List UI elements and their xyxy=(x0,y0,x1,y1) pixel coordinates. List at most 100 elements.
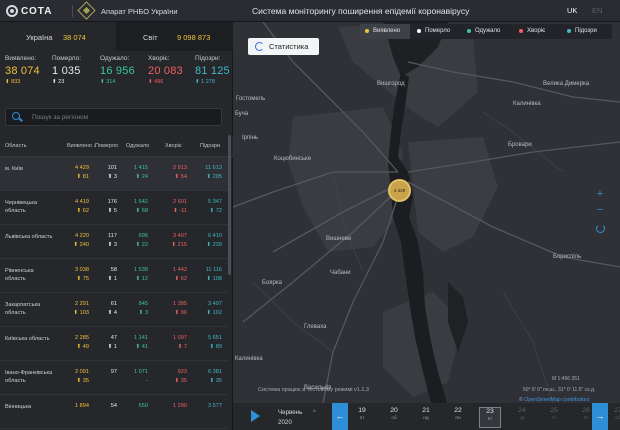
col-suspected[interactable]: Підозри xyxy=(200,143,220,149)
cell-rec-delta: ⬆ 24 xyxy=(126,174,148,180)
delta-value: 108 xyxy=(212,276,222,282)
timeline-prev-button[interactable]: ← xyxy=(332,403,348,430)
timeline-day[interactable]: 25 чт xyxy=(543,407,565,428)
timeline-day[interactable]: 27 сб xyxy=(607,407,620,428)
zoom-in-button[interactable]: + xyxy=(593,187,607,201)
filter-recovered[interactable]: Одужало xyxy=(462,24,512,39)
cell-rec-delta: ⬆ 3 xyxy=(126,310,148,316)
cota-logo[interactable]: СОТА xyxy=(6,5,52,17)
delta-value: 5 xyxy=(113,208,117,214)
timeline-month[interactable]: Червень xyxy=(278,409,302,416)
col-dead[interactable]: Померло xyxy=(95,143,118,149)
table-row[interactable]: Київська область 2 285 ⬆ 49 47 ⬆ 1 1 141 ⬆ 41 1… xyxy=(0,327,228,361)
cell-ill: 1 442 xyxy=(173,267,187,273)
timeline-day[interactable]: 21 нд xyxy=(415,407,437,428)
cell-dead: 101 xyxy=(107,165,117,171)
up-arrow-icon: ⬆ xyxy=(5,79,10,85)
cell-sick: 3 038 xyxy=(75,267,89,273)
table-row[interactable]: м. Київ 4 429 ⬆ 81 101 ⬆ 3 1 415 ⬆ 24 2 913 ⬆ 54… xyxy=(0,157,228,191)
cell-sus-delta: ⬆ 108 xyxy=(200,276,222,282)
stat-delta-value: 314 xyxy=(106,79,116,85)
filter-dot-icon xyxy=(567,29,571,33)
day-number: 24 xyxy=(518,407,526,414)
timeline-day[interactable]: 22 пн xyxy=(447,407,469,428)
day-number: 21 xyxy=(422,407,430,414)
col-recovered[interactable]: Одужало xyxy=(126,143,149,149)
stat-detected: Виявлено: 38 074 ⬆ 833 xyxy=(5,55,40,85)
delta-value: 72 xyxy=(215,208,222,214)
cell-ill-delta: ⬆ 35 xyxy=(165,378,187,384)
stat-delta: ⬆ 496 xyxy=(148,79,183,85)
table-row[interactable]: Вінницька 1 894 54 550 1 290 3 577 xyxy=(0,395,228,429)
cell-sus: 3 497 xyxy=(208,301,222,307)
delta-value: 35 xyxy=(82,378,89,384)
timeline-day[interactable]: 24 ср xyxy=(511,407,533,428)
statistics-button[interactable]: Статистика xyxy=(248,38,319,55)
cell-sus-delta: ⬆ 205 xyxy=(200,174,222,180)
cota-logo-icon xyxy=(6,5,18,17)
filter-ill[interactable]: Хворіє xyxy=(514,24,560,39)
timeline-day[interactable]: 19 пт xyxy=(351,407,373,428)
day-number: 20 xyxy=(390,407,398,414)
zoom-out-button[interactable]: − xyxy=(593,203,607,217)
col-region[interactable]: Область xyxy=(5,143,27,149)
place-label: Вишгород xyxy=(377,81,405,87)
region-name: Рівненська область xyxy=(5,268,34,282)
table-row[interactable]: Чернівецька область 4 419 ⬆ 62 176 ⬆ 5 1 642 ⬆… xyxy=(0,191,228,225)
filter-suspected[interactable]: Підозри xyxy=(562,24,612,39)
filter-detected[interactable]: Виявлено xyxy=(360,24,410,39)
filter-label: Одужало xyxy=(475,28,501,34)
reset-view-button[interactable] xyxy=(593,222,607,236)
cell-rec: 1 141 xyxy=(134,335,148,341)
cell-ill: 2 913 xyxy=(173,165,187,171)
play-icon[interactable] xyxy=(251,410,260,422)
up-arrow-icon: ⬆ xyxy=(100,79,105,85)
day-number: 27 xyxy=(614,407,620,414)
cell-ill: 3 407 xyxy=(173,233,187,239)
cell-ill: 1 097 xyxy=(173,335,187,341)
totals-tabs: Україна 38 074 Світ 9 098 873 xyxy=(0,22,233,51)
cell-ill-delta: ⬆ 7 xyxy=(165,344,187,350)
region-name: Львівська область xyxy=(5,234,53,240)
col-ill[interactable]: Хворіє xyxy=(165,143,182,149)
table-row[interactable]: Івано-Франківська область 2 091 ⬆ 35 97 1 07… xyxy=(0,361,228,395)
place-label: Бориспіль xyxy=(553,254,582,260)
kyiv-cases-marker[interactable]: 4 429 xyxy=(388,179,411,202)
timeline-next-button[interactable]: → xyxy=(592,403,608,430)
table-row[interactable]: Закарпатська область 2 291 ⬆ 103 61 ⬆ 4 845 ⬆ … xyxy=(0,293,228,327)
day-number: 22 xyxy=(454,407,462,414)
day-of-week: сб xyxy=(615,416,620,421)
table-row[interactable]: Львівська область 4 220 ⬆ 240 117 ⬆ 3 696 ⬆ 22… xyxy=(0,225,228,259)
day-of-week: пт xyxy=(359,416,365,421)
delta-value: 22 xyxy=(141,242,148,248)
day-number: 25 xyxy=(550,407,558,414)
day-of-week: нд xyxy=(423,416,429,421)
lang-uk-button[interactable]: UK xyxy=(567,6,577,15)
cell-dead: 47 xyxy=(110,335,117,341)
timeline-day[interactable]: 20 сб xyxy=(383,407,405,428)
delta-value: - xyxy=(146,378,148,384)
cell-sick-delta: ⬆ 35 xyxy=(67,378,89,384)
lang-en-button[interactable]: EN xyxy=(592,6,602,15)
cell-ill-delta: ⬆ 215 xyxy=(165,242,187,248)
filter-dead[interactable]: Померло xyxy=(412,24,460,39)
map-area[interactable]: Статистика Виявлено Померло Одужало Хвор… xyxy=(233,22,620,430)
tab-world[interactable]: Світ 9 098 873 xyxy=(116,22,233,51)
timeline-day[interactable]: 23 вт xyxy=(479,407,501,428)
rnbo-emblem-icon xyxy=(77,1,96,20)
day-number: 19 xyxy=(358,407,366,414)
table-row[interactable]: Рівненська область 3 038 ⬆ 75 58 ⬆ 1 1 538 ⬆ 1… xyxy=(0,259,228,293)
cell-ill: 1 290 xyxy=(173,403,187,409)
cell-sus-delta: ⬆ 89 xyxy=(200,344,222,350)
chevron-up-icon[interactable]: ^ xyxy=(313,410,316,416)
stat-label: Підозри: xyxy=(195,55,221,62)
region-search[interactable] xyxy=(5,108,222,126)
filter-dot-icon xyxy=(467,29,471,33)
table-scrollbar[interactable] xyxy=(228,135,231,275)
delta-value: 103 xyxy=(79,310,89,316)
up-arrow-icon: ⬆ xyxy=(195,79,200,85)
search-input[interactable] xyxy=(32,111,217,123)
col-detected[interactable]: Виявлено ↓ xyxy=(67,143,96,149)
tab-ukraine[interactable]: Україна 38 074 xyxy=(0,22,116,51)
place-label: Калинівка xyxy=(235,356,263,362)
